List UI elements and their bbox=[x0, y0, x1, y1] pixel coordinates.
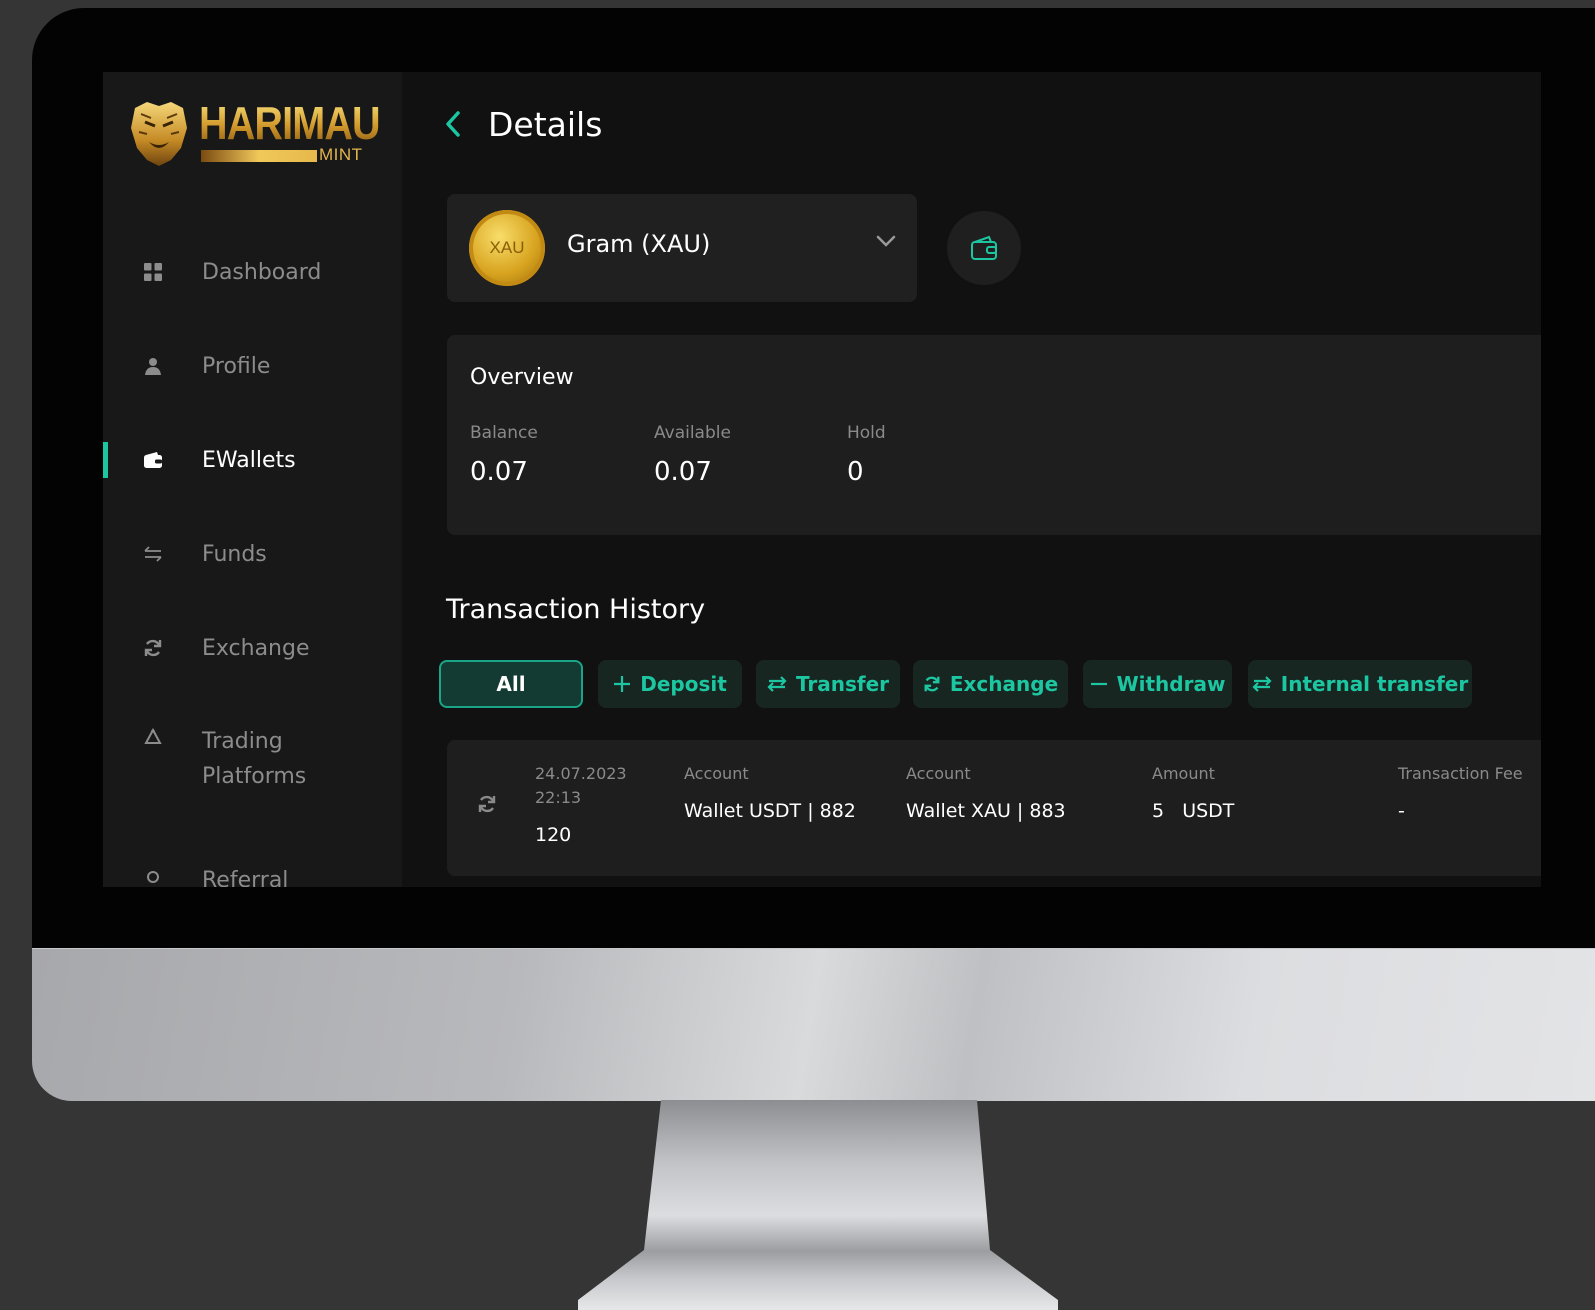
sidebar-item-dashboard[interactable]: Dashboard bbox=[103, 242, 402, 302]
chevron-down-icon bbox=[876, 235, 896, 247]
coin-label: XAU bbox=[489, 238, 525, 257]
main-content: Details XAU Gram (XAU) Overview Balance … bbox=[402, 72, 1541, 887]
available-label: Available bbox=[654, 423, 731, 443]
transaction-date: 24.07.2023 bbox=[535, 764, 627, 783]
balance-stat: Balance 0.07 bbox=[470, 423, 538, 487]
amount-column: Amount 5 USDT bbox=[1152, 762, 1234, 822]
from-account-column: Account Wallet USDT | 882 bbox=[684, 762, 856, 822]
sidebar-item-funds[interactable]: Funds bbox=[103, 524, 402, 584]
brand-name: HARIMAU bbox=[199, 97, 381, 149]
transaction-datetime: 24.07.2023 22:13 bbox=[535, 762, 627, 810]
brand-logo[interactable]: HARIMAU MINT bbox=[127, 97, 381, 170]
refresh-icon bbox=[143, 638, 163, 658]
monitor-chin bbox=[32, 948, 1595, 1101]
filter-all[interactable]: All bbox=[439, 660, 583, 708]
sidebar-item-exchange[interactable]: Exchange bbox=[103, 618, 402, 678]
filter-label: Internal transfer bbox=[1280, 672, 1469, 696]
gold-coin-icon: XAU bbox=[469, 210, 545, 286]
filter-label: Withdraw bbox=[1116, 672, 1226, 696]
tiger-logo-icon bbox=[131, 102, 187, 166]
balance-value: 0.07 bbox=[470, 457, 528, 487]
transfer-icon bbox=[1252, 676, 1272, 692]
wallet-outline-icon bbox=[971, 235, 997, 260]
sidebar-item-referral[interactable]: Referral bbox=[103, 850, 402, 887]
hold-value: 0 bbox=[847, 457, 864, 487]
filter-withdraw[interactable]: Withdraw bbox=[1083, 660, 1232, 708]
sidebar-item-ewallets[interactable]: EWallets bbox=[103, 430, 402, 490]
to-account-column: Account Wallet XAU | 883 bbox=[906, 762, 1066, 822]
wallet-name: Gram (XAU) bbox=[567, 230, 711, 258]
filter-transfer[interactable]: Transfer bbox=[756, 660, 900, 708]
amount-label: Amount bbox=[1152, 764, 1215, 783]
hold-stat: Hold 0 bbox=[847, 423, 886, 487]
referral-icon bbox=[143, 870, 163, 887]
exchange-icon bbox=[478, 795, 496, 813]
fee-column: Transaction Fee - bbox=[1398, 762, 1523, 822]
wallet-action-button[interactable] bbox=[947, 211, 1021, 285]
brand-underline bbox=[201, 150, 317, 162]
sidebar-item-label: Profile bbox=[202, 353, 271, 379]
transaction-id: 120 bbox=[535, 824, 572, 846]
available-value: 0.07 bbox=[654, 457, 712, 487]
sidebar-item-trading-platforms[interactable]: Trading Platforms bbox=[103, 712, 402, 792]
sidebar-item-label: Dashboard bbox=[202, 259, 322, 285]
chevron-left-icon bbox=[446, 111, 460, 137]
to-account-label: Account bbox=[906, 764, 971, 783]
from-account-value: Wallet USDT | 882 bbox=[684, 800, 856, 822]
filter-label: Exchange bbox=[949, 672, 1059, 696]
to-account-value: Wallet XAU | 883 bbox=[906, 800, 1066, 822]
brand-sub: MINT bbox=[319, 145, 363, 164]
sidebar-item-profile[interactable]: Profile bbox=[103, 336, 402, 396]
recycle-icon bbox=[143, 728, 163, 748]
balance-label: Balance bbox=[470, 423, 538, 443]
sidebar-item-label: Trading Platforms bbox=[202, 729, 307, 789]
from-account-label: Account bbox=[684, 764, 749, 783]
refresh-icon bbox=[923, 675, 941, 693]
available-stat: Available 0.07 bbox=[654, 423, 731, 487]
sidebar-item-label: Funds bbox=[202, 541, 267, 567]
app-screen: HARIMAU MINT Dashboard Profile EWallets bbox=[103, 72, 1541, 887]
arrows-icon bbox=[143, 544, 163, 564]
filter-internal-transfer[interactable]: Internal transfer bbox=[1248, 660, 1472, 708]
filter-exchange[interactable]: Exchange bbox=[913, 660, 1068, 708]
page-title: Details bbox=[488, 104, 603, 144]
page-header: Details bbox=[444, 102, 602, 146]
overview-card: Overview Balance 0.07 Available 0.07 Hol… bbox=[447, 335, 1541, 535]
back-button[interactable] bbox=[444, 104, 474, 144]
wallet-icon bbox=[143, 450, 163, 470]
filter-label: All bbox=[496, 672, 526, 696]
sidebar-item-label: Exchange bbox=[202, 635, 310, 661]
filter-deposit[interactable]: Deposit bbox=[598, 660, 742, 708]
sidebar: HARIMAU MINT Dashboard Profile EWallets bbox=[103, 72, 402, 887]
sidebar-item-label: Referral bbox=[202, 867, 289, 888]
amount-value: 5 USDT bbox=[1152, 800, 1235, 822]
transaction-history-title: Transaction History bbox=[446, 594, 706, 625]
overview-title: Overview bbox=[470, 365, 574, 390]
grid-icon bbox=[143, 262, 163, 282]
fee-value: - bbox=[1398, 800, 1405, 822]
filter-label: Deposit bbox=[640, 672, 727, 696]
transaction-row[interactable]: 24.07.2023 22:13 120 Account Wallet USDT… bbox=[447, 740, 1541, 876]
filter-label: Transfer bbox=[795, 672, 890, 696]
minus-icon bbox=[1090, 675, 1108, 693]
monitor-stand bbox=[578, 1100, 1058, 1310]
sidebar-item-label: EWallets bbox=[202, 447, 296, 473]
transfer-icon bbox=[767, 676, 787, 692]
user-icon bbox=[143, 356, 163, 376]
plus-icon bbox=[613, 675, 631, 693]
transaction-time: 22:13 bbox=[535, 788, 582, 807]
wallet-selector[interactable]: XAU Gram (XAU) bbox=[447, 194, 917, 302]
hold-label: Hold bbox=[847, 423, 886, 443]
fee-label: Transaction Fee bbox=[1398, 764, 1523, 783]
